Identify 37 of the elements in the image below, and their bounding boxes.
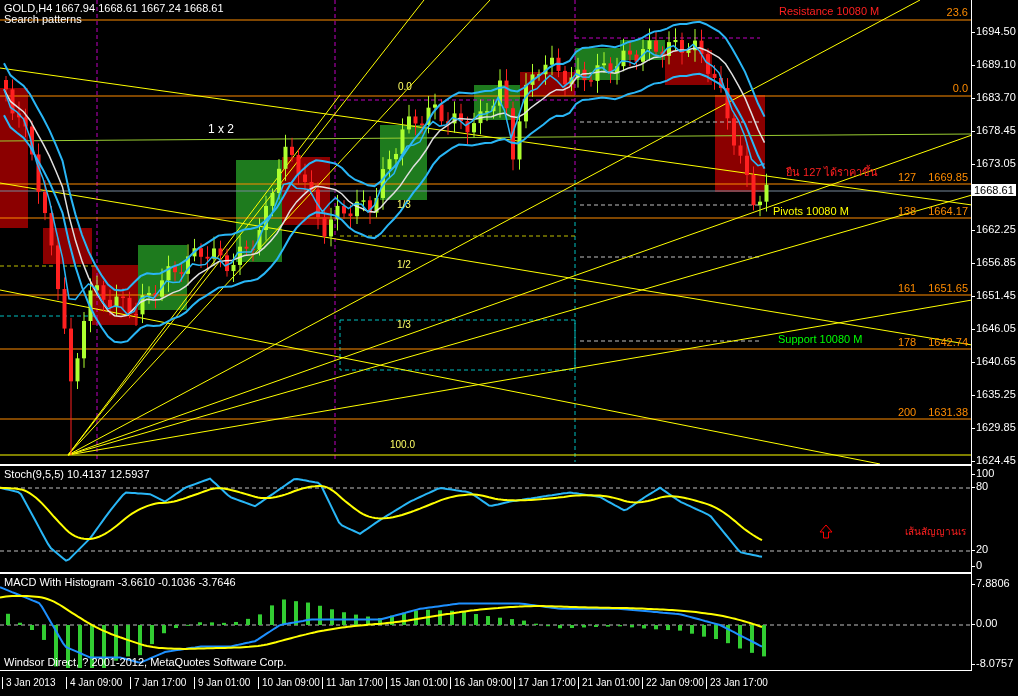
time-axis-label: 15 Jan 01:00	[386, 677, 448, 689]
macd-title: MACD With Histogram -3.6610 -0.1036 -3.7646	[4, 576, 236, 588]
time-axis-label: 16 Jan 09:00	[450, 677, 512, 689]
fib-price-label: 1669.85	[928, 171, 968, 183]
signal-note-label: เส้นสัญญานเร	[905, 525, 966, 539]
time-axis-label: 7 Jan 17:00	[130, 677, 187, 689]
fib-ratio-label: 178	[897, 336, 917, 348]
fan-level-label: 0.0	[398, 81, 412, 92]
time-axis-label: 3 Jan 2013	[2, 677, 56, 689]
time-axis-label: 23 Jan 17:00	[706, 677, 768, 689]
resistance-label: Resistance 10080 M	[779, 5, 880, 17]
fib-ratio-label: 138	[897, 205, 917, 217]
time-axis-label: 22 Jan 09:00	[642, 677, 704, 689]
fan-level-label: 1/3	[397, 319, 411, 330]
time-axis-label: 11 Jan 17:00	[322, 677, 384, 689]
fib-price-label: 1651.65	[928, 282, 968, 294]
fan-level-label: 100.0	[390, 439, 416, 450]
fib-ratio-label: 161	[897, 282, 917, 294]
time-axis-label: 17 Jan 17:00	[514, 677, 576, 689]
fib-ratio-label: 200	[897, 406, 917, 418]
support-label: Support 10080 M	[778, 333, 863, 345]
time-axis-label: 4 Jan 09:00	[66, 677, 123, 689]
time-axis-label: 10 Jan 09:00	[258, 677, 320, 689]
fan-level-label: 1/2	[397, 259, 411, 270]
symbol-info-text: GOLD,H4 1667.94 1668.61 1667.24 1668.61	[4, 2, 224, 14]
time-axis-label: 21 Jan 01:00	[578, 677, 640, 689]
fib-ratio-label: 0.0	[952, 82, 968, 94]
fib-price-label: 1664.17	[928, 205, 968, 217]
ratio-label: 1 x 2	[208, 122, 234, 136]
search-patterns-label: Search patterns	[4, 13, 82, 25]
fib-ratio-label: 23.6	[946, 6, 968, 18]
time-axis-label: 9 Jan 01:00	[194, 677, 251, 689]
stochastic-title: Stoch(9,5,5) 10.4137 12.5937	[4, 468, 150, 480]
pivots-label: Pivots 10080 M	[773, 205, 849, 217]
fib-price-label: 1631.38	[928, 406, 968, 418]
current-price-label: 1668.61	[972, 184, 1016, 196]
fib-ratio-label: 127	[897, 171, 917, 183]
